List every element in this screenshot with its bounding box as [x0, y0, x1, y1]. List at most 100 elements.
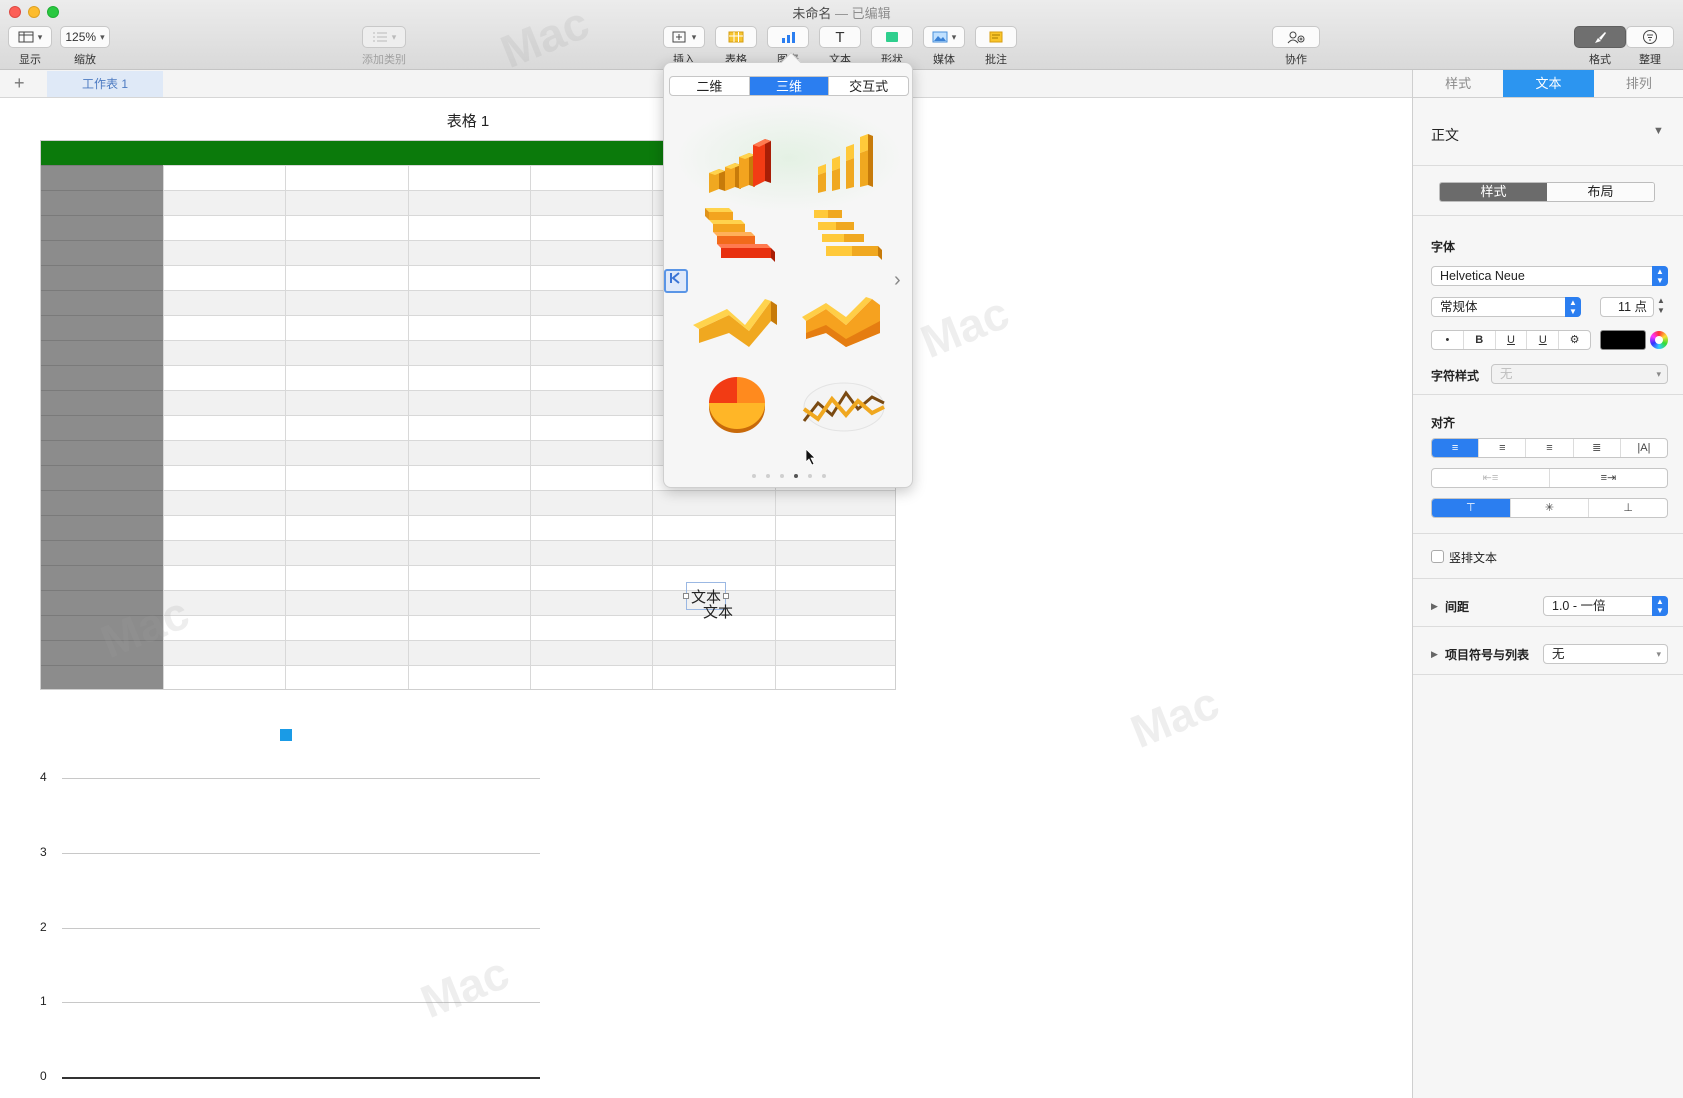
insert-button[interactable]: ▾	[663, 26, 705, 48]
resize-handle[interactable]	[683, 593, 689, 599]
table-button[interactable]	[715, 26, 757, 48]
align-middle-icon[interactable]: ✳	[1511, 499, 1590, 517]
increase-indent-icon[interactable]: ≡⇥	[1550, 469, 1667, 487]
media-tool[interactable]: ▾ 媒体	[923, 26, 965, 67]
page-dot[interactable]	[752, 474, 756, 478]
font-style-select[interactable]: 常规体 ▲ ▼	[1431, 297, 1581, 317]
text-tool[interactable]: T 文本	[819, 26, 861, 67]
double-underline-button[interactable]: U	[1527, 331, 1560, 349]
auto-align-icon[interactable]: |A|	[1621, 439, 1667, 457]
more-format-options-button[interactable]: ⚙	[1559, 331, 1590, 349]
bullets-label[interactable]: 项目符号与列表	[1445, 646, 1529, 663]
text-button[interactable]: T	[819, 26, 861, 48]
media-button[interactable]: ▾	[923, 26, 965, 48]
collaborate-tool[interactable]: 协作	[1272, 26, 1320, 67]
comment-tool[interactable]: 批注	[975, 26, 1017, 67]
table-tool[interactable]: 表格	[715, 26, 757, 67]
align-justify-icon[interactable]: ≣	[1574, 439, 1621, 457]
add-sheet-button[interactable]: +	[14, 73, 25, 94]
align-right-icon[interactable]: ≡	[1526, 439, 1574, 457]
resize-handle[interactable]	[723, 593, 729, 599]
spacing-select[interactable]: 1.0 - 一倍 ▲ ▼	[1543, 596, 1668, 616]
bold-button[interactable]: B	[1464, 331, 1496, 349]
font-family-select[interactable]: Helvetica Neue ▲ ▼	[1431, 266, 1668, 286]
page-dot[interactable]	[780, 474, 784, 478]
tab-3d[interactable]: 三维	[749, 77, 830, 95]
chart-legend-swatch[interactable]	[280, 729, 292, 741]
chevron-down-icon[interactable]: ▼	[1653, 125, 1664, 137]
3d-stacked-column-chart-icon[interactable]	[796, 115, 892, 195]
3d-line-chart-icon[interactable]	[796, 363, 892, 443]
comment-button[interactable]	[975, 26, 1017, 48]
tab-text-style[interactable]: 样式	[1440, 183, 1547, 201]
color-wheel-icon[interactable]	[1650, 331, 1668, 349]
collaborate-icon	[1287, 31, 1305, 44]
chart[interactable]: 0 1 2 3 4	[30, 720, 550, 1090]
organize-label: 整理	[1639, 54, 1661, 66]
page-dot[interactable]	[822, 474, 826, 478]
tab-text-layout[interactable]: 布局	[1547, 183, 1654, 201]
font-size-field[interactable]: 11 点	[1600, 297, 1654, 317]
tab-arrange[interactable]: 排列	[1594, 70, 1683, 97]
page-dot[interactable]	[794, 474, 798, 478]
3d-bar-chart-icon[interactable]	[689, 198, 785, 278]
vertical-text-checkbox[interactable]	[1431, 550, 1444, 563]
spacing-label[interactable]: 间距	[1445, 598, 1469, 615]
char-style-label: 字符样式	[1431, 369, 1480, 383]
tab-sheet-1[interactable]: 工作表 1	[47, 71, 163, 97]
bullets-select[interactable]: 无 ▾	[1543, 644, 1668, 664]
page-dot[interactable]	[766, 474, 770, 478]
previous-page-button[interactable]	[664, 269, 688, 293]
disclosure-triangle-icon[interactable]: ▶	[1431, 601, 1438, 612]
tab-interactive[interactable]: 交互式	[829, 77, 908, 95]
3d-stacked-bar-chart-icon[interactable]	[796, 198, 892, 278]
collaborate-button[interactable]	[1272, 26, 1320, 48]
char-style-select[interactable]: 无 ▾	[1491, 364, 1668, 384]
vertical-alignment-control[interactable]: ⊤ ✳ ⊥	[1431, 498, 1668, 518]
add-category-button[interactable]: ▾	[362, 26, 406, 48]
align-center-icon[interactable]: ≡	[1479, 439, 1527, 457]
underline-button[interactable]: U	[1496, 331, 1528, 349]
next-page-button[interactable]: ›	[894, 269, 901, 292]
decrease-indent-icon[interactable]: ⇤≡	[1432, 469, 1550, 487]
insert-tool[interactable]: ▾ 插入	[663, 26, 705, 67]
zoom-select[interactable]: 125% ▾	[60, 26, 110, 48]
page-dot[interactable]	[808, 474, 812, 478]
shape-tool[interactable]: 形状	[871, 26, 913, 67]
text-color-well[interactable]	[1600, 330, 1646, 350]
3d-column-chart-icon[interactable]	[689, 115, 785, 195]
chart-button[interactable]	[767, 26, 809, 48]
format-button[interactable]	[1574, 26, 1626, 48]
style-layout-segmented-control[interactable]: 样式 布局	[1439, 182, 1655, 202]
3d-pie-chart-icon[interactable]	[689, 363, 785, 443]
indent-control[interactable]: ⇤≡ ≡⇥	[1431, 468, 1668, 488]
inspector-tabs[interactable]: 样式 文本 排列	[1413, 70, 1683, 98]
bullet-button[interactable]: •	[1432, 331, 1464, 349]
format-tool[interactable]: 格式	[1574, 26, 1626, 67]
view-tool[interactable]: ▾ 显示	[8, 26, 52, 67]
paragraph-style-select[interactable]: 正文	[1431, 125, 1459, 145]
font-style-value: 常规体	[1440, 300, 1478, 314]
3d-stacked-area-chart-icon[interactable]	[796, 281, 892, 361]
organize-button[interactable]	[1626, 26, 1674, 48]
disclosure-triangle-icon[interactable]: ▶	[1431, 649, 1438, 660]
chevron-down-icon: ▾	[391, 31, 397, 42]
tab-2d[interactable]: 二维	[670, 77, 750, 95]
align-top-icon[interactable]: ⊤	[1432, 499, 1511, 517]
horizontal-alignment-control[interactable]: ≡ ≡ ≡ ≣ |A|	[1431, 438, 1668, 458]
page-indicator[interactable]	[664, 465, 914, 483]
add-category-tool[interactable]: ▾ 添加类别	[362, 26, 406, 67]
chart-y-tick-label: 3	[40, 844, 47, 859]
tab-text[interactable]: 文本	[1503, 70, 1594, 97]
font-size-stepper[interactable]: ▲ ▼	[1657, 296, 1665, 316]
align-left-icon[interactable]: ≡	[1432, 439, 1480, 457]
3d-area-chart-icon[interactable]	[689, 281, 785, 361]
align-bottom-icon[interactable]: ⊥	[1589, 499, 1667, 517]
text-format-buttons[interactable]: • B U U ⚙	[1431, 330, 1591, 350]
zoom-tool[interactable]: 125% ▾ 缩放	[60, 26, 110, 67]
tab-style[interactable]: 样式	[1413, 70, 1503, 97]
chart-type-segmented-control[interactable]: 二维 三维 交互式	[669, 76, 909, 96]
shape-button[interactable]	[871, 26, 913, 48]
view-button[interactable]: ▾	[8, 26, 52, 48]
organize-tool[interactable]: 整理	[1626, 26, 1674, 67]
